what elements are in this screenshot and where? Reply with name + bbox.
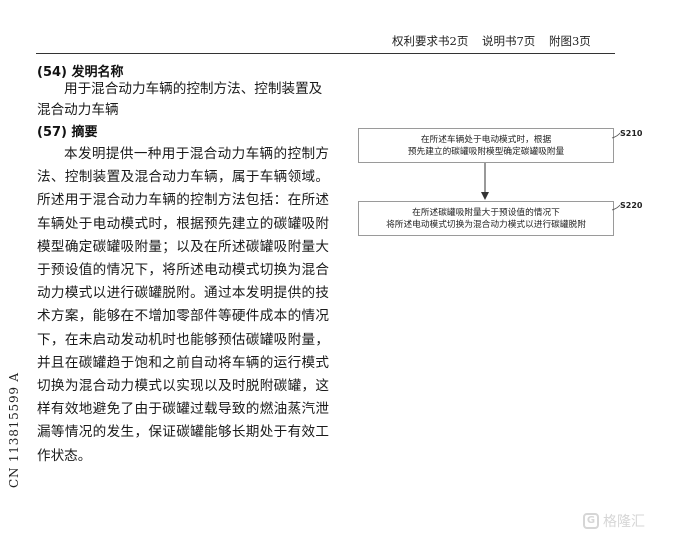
flow-arrow-head (481, 192, 489, 200)
watermark: G 格隆汇 (583, 511, 645, 531)
watermark-text: 格隆汇 (603, 514, 645, 530)
watermark-logo-icon: G (583, 513, 599, 529)
s210-leader-line (611, 132, 621, 139)
flowchart-connectors (481, 132, 621, 211)
s220-leader-line (611, 204, 621, 211)
